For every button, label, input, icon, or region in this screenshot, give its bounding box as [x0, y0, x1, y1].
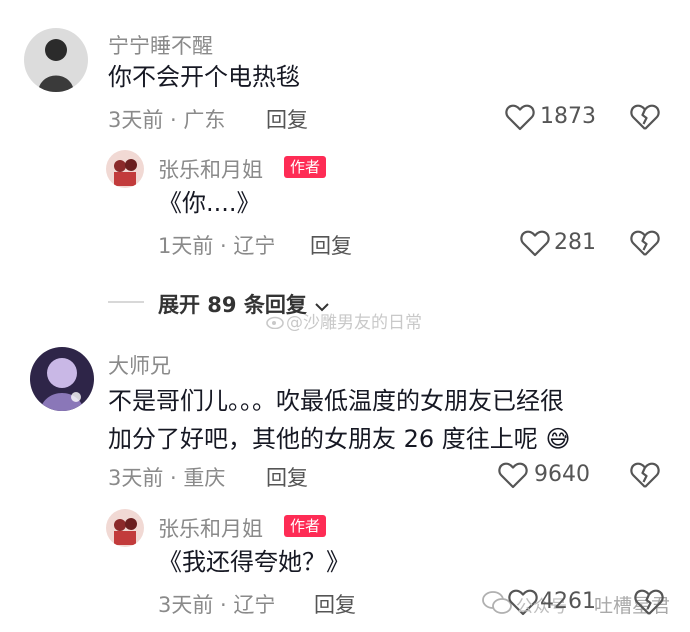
heart-outline-icon[interactable]: [520, 229, 550, 257]
sweat-smile-emoji: 😅: [545, 425, 571, 453]
heart-outline-icon[interactable]: [498, 461, 528, 489]
reply-button[interactable]: 回复: [314, 589, 356, 619]
comment-text: 不是哥们儿。。。吹最低温度的女朋友已经很: [108, 387, 564, 415]
reply-author[interactable]: 张乐和月姐: [158, 513, 263, 543]
comment-date: 3天前: [108, 108, 164, 132]
author-badge: 作者: [284, 156, 327, 178]
comment-author[interactable]: 大师兄: [108, 350, 171, 380]
reply-meta: 1天前 · 辽宁: [158, 230, 275, 260]
expand-divider: [108, 301, 144, 303]
avatar[interactable]: [24, 28, 88, 92]
weibo-watermark: @沙雕男友的日常: [266, 308, 422, 334]
broken-heart-icon[interactable]: [630, 103, 660, 131]
like-count: 1873: [540, 104, 596, 129]
comment-date: 3天前: [108, 466, 164, 490]
weibo-logo-icon: [266, 313, 286, 334]
comment-meta: 3天前 · 广东: [108, 104, 225, 134]
comment-location: 重庆: [183, 466, 226, 490]
reply-button[interactable]: 回复: [310, 230, 352, 260]
watermark-text: @沙雕男友的日常: [286, 313, 422, 333]
avatar[interactable]: [106, 150, 144, 188]
reply-location: 辽宁: [233, 593, 276, 617]
like-count: 4261: [540, 589, 596, 614]
comment-meta: 3天前 · 重庆: [108, 462, 225, 492]
broken-heart-icon[interactable]: [634, 588, 664, 616]
heart-outline-icon[interactable]: [505, 103, 535, 131]
comment-text: 你不会开个电热毯: [108, 63, 300, 91]
avatar[interactable]: [106, 509, 144, 547]
meta-separator: ·: [163, 108, 184, 132]
reply-author[interactable]: 张乐和月姐: [158, 154, 263, 184]
author-badge: 作者: [284, 515, 327, 537]
comment-text-2: 加分了好吧，其他的女朋友 26 度往上呢: [108, 425, 538, 453]
reply-location: 辽宁: [233, 234, 276, 258]
like-count: 9640: [534, 462, 590, 487]
avatar[interactable]: [30, 347, 94, 411]
comment-location: 广东: [183, 108, 226, 132]
reply-text: 《我还得夸她？》: [158, 548, 350, 576]
meta-separator: ·: [213, 593, 234, 617]
meta-separator: ·: [163, 466, 184, 490]
meta-separator: ·: [213, 234, 234, 258]
like-count: 281: [554, 230, 596, 255]
reply-button[interactable]: 回复: [266, 462, 308, 492]
reply-date: 1天前: [158, 234, 214, 258]
reply-button[interactable]: 回复: [266, 104, 308, 134]
reply-meta: 3天前 · 辽宁: [158, 589, 275, 619]
reply-text: 《你....》: [158, 189, 261, 217]
broken-heart-icon[interactable]: [630, 461, 660, 489]
comment-text-line-2: 加分了好吧，其他的女朋友 26 度往上呢 😅: [108, 418, 570, 460]
broken-heart-icon[interactable]: [630, 229, 660, 257]
reply-date: 3天前: [158, 593, 214, 617]
